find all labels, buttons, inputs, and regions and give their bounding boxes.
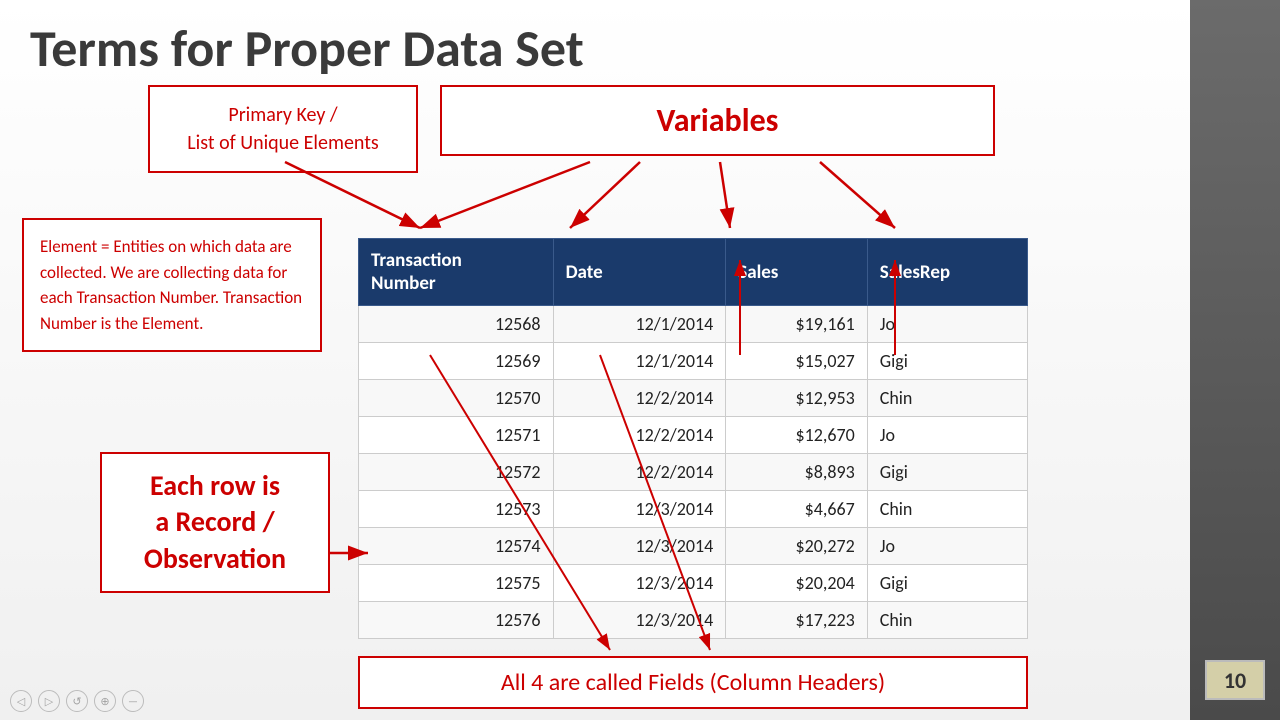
variables-label: Variables [657,101,779,140]
table-cell: 12/3/2014 [553,565,726,602]
record-observation-box: Each row isa Record /Observation [100,452,330,593]
table-row: 1257012/2/2014$12,953Chin [359,380,1028,417]
table-cell: Chin [867,491,1027,528]
table-cell: 12/3/2014 [553,491,726,528]
table-cell: 12/2/2014 [553,380,726,417]
data-table-wrapper: TransactionNumber Date Sales SalesRep 12… [358,238,1028,639]
table-cell: $20,204 [726,565,868,602]
table-cell: 12569 [359,343,554,380]
table-cell: 12570 [359,380,554,417]
page-title: Terms for Proper Data Set [30,20,1160,77]
page-number-badge: 10 [1205,660,1265,700]
table-cell: 12575 [359,565,554,602]
icon-1: ◁ [10,690,32,712]
primary-key-label: Primary Key /List of Unique Elements [187,103,378,155]
icon-3: ↺ [66,690,88,712]
table-cell: 12574 [359,528,554,565]
table-cell: $20,272 [726,528,868,565]
table-cell: 12572 [359,454,554,491]
table-row: 1256912/1/2014$15,027Gigi [359,343,1028,380]
table-cell: 12/2/2014 [553,417,726,454]
table-row: 1257612/3/2014$17,223Chin [359,602,1028,639]
icon-5: — [122,690,144,712]
table-cell: $15,027 [726,343,868,380]
col-header-salesrep: SalesRep [867,239,1027,306]
col-header-sales: Sales [726,239,868,306]
table-cell: 12/1/2014 [553,306,726,343]
table-row: 1257512/3/2014$20,204Gigi [359,565,1028,602]
table-row: 1257412/3/2014$20,272Jo [359,528,1028,565]
icon-4: ⊕ [94,690,116,712]
table-cell: $8,893 [726,454,868,491]
fields-label: All 4 are called Fields (Column Headers) [501,668,885,697]
element-description-box: Element = Entities on which data are col… [22,218,322,352]
table-cell: 12576 [359,602,554,639]
table-cell: $12,670 [726,417,868,454]
table-cell: $4,667 [726,491,868,528]
table-cell: Jo [867,306,1027,343]
page-number: 10 [1224,667,1246,694]
icon-2: ▷ [38,690,60,712]
col-header-date: Date [553,239,726,306]
table-cell: 12568 [359,306,554,343]
table-cell: 12/1/2014 [553,343,726,380]
variables-box: Variables [440,85,995,156]
table-cell: Chin [867,380,1027,417]
data-table: TransactionNumber Date Sales SalesRep 12… [358,238,1028,639]
table-cell: $12,953 [726,380,868,417]
table-cell: Gigi [867,565,1027,602]
table-cell: $17,223 [726,602,868,639]
fields-box: All 4 are called Fields (Column Headers) [358,656,1028,709]
table-row: 1257312/3/2014$4,667Chin [359,491,1028,528]
col-header-transaction: TransactionNumber [359,239,554,306]
table-cell: Chin [867,602,1027,639]
sidebar: 10 [1190,0,1280,720]
table-row: 1256812/1/2014$19,161Jo [359,306,1028,343]
table-cell: Gigi [867,454,1027,491]
bottom-bar: ◁ ▷ ↺ ⊕ — [10,690,144,712]
table-cell: 12/3/2014 [553,602,726,639]
table-row: 1257212/2/2014$8,893Gigi [359,454,1028,491]
table-header-row: TransactionNumber Date Sales SalesRep [359,239,1028,306]
table-cell: 12571 [359,417,554,454]
record-observation-label: Each row isa Record /Observation [144,468,286,576]
main-content: Terms for Proper Data Set Primary Key /L… [0,0,1190,720]
table-cell: 12/2/2014 [553,454,726,491]
table-cell: Gigi [867,343,1027,380]
table-cell: 12/3/2014 [553,528,726,565]
table-cell: 12573 [359,491,554,528]
table-row: 1257112/2/2014$12,670Jo [359,417,1028,454]
element-description-text: Element = Entities on which data are col… [40,236,302,334]
primary-key-box: Primary Key /List of Unique Elements [148,85,418,173]
table-cell: Jo [867,417,1027,454]
table-cell: $19,161 [726,306,868,343]
table-cell: Jo [867,528,1027,565]
